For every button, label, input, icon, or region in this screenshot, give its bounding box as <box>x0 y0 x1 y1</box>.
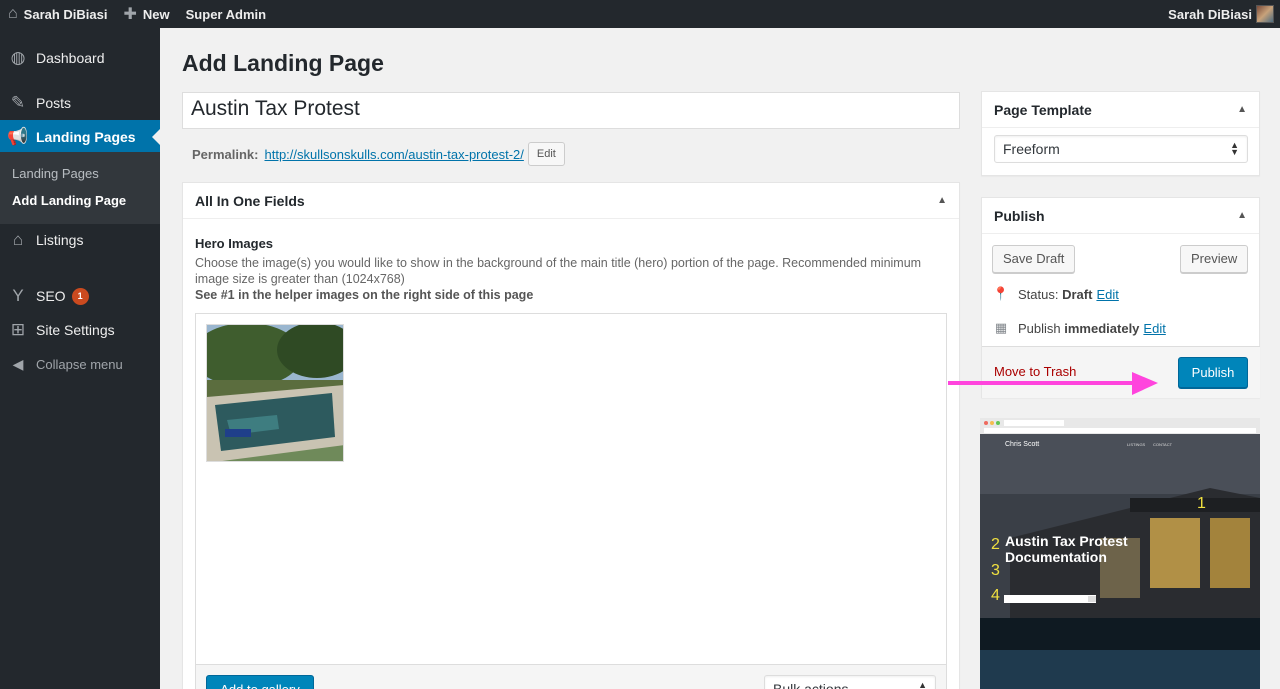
new-label: New <box>142 6 170 22</box>
new-content-link[interactable]: ✚ New <box>116 0 178 28</box>
select-arrows-icon: ▲▼ <box>1230 140 1239 157</box>
submenu-add-landing-page[interactable]: Add Landing Page <box>12 193 126 208</box>
sidebar-item-label: Landing Pages <box>36 129 136 145</box>
bulk-actions-value: Bulk actions <box>773 681 849 689</box>
page-template-select[interactable]: Freeform ▲ ▼ <box>994 135 1248 163</box>
collapse-toggle-icon[interactable]: ▲ <box>1237 210 1247 221</box>
status-row: 📍 Status: Draft Edit <box>992 286 1119 302</box>
publish-label: Publish <box>1018 320 1061 336</box>
permalink-url-link[interactable]: http://skullsonskulls.com/austin-tax-pro… <box>264 147 523 162</box>
sidebar-item-posts[interactable]: ✎ Posts <box>0 86 160 120</box>
site-name: Sarah DiBiasi <box>23 6 108 22</box>
preview-button[interactable]: Preview <box>1180 245 1249 273</box>
site-name-link[interactable]: ⌂ Sarah DiBiasi <box>0 0 116 28</box>
helper-marker-4: 4 <box>991 587 1000 604</box>
page-template-title: Page Template <box>994 101 1092 118</box>
yoast-icon: Y <box>12 286 24 305</box>
map-pin-icon: 📍 <box>992 286 1010 301</box>
status-label: Status: <box>1018 286 1059 302</box>
bulk-actions-select[interactable]: Bulk actions ▲▼ <box>764 675 936 689</box>
sidebar-item-label: SEO <box>36 288 66 304</box>
sidebar-item-label: Site Settings <box>36 322 115 338</box>
helper-image: Chris Scott LISTINGS CONTACT Austin Tax … <box>980 418 1260 689</box>
permalink-row: Permalink: http://skullsonskulls.com/aus… <box>192 142 565 166</box>
helper-heading-2: Documentation <box>1005 549 1107 565</box>
permalink-label: Permalink: <box>192 146 259 162</box>
megaphone-icon: 📢 <box>7 127 29 146</box>
seo-count-badge: 1 <box>71 287 89 305</box>
annotation-arrow-icon <box>948 372 1158 395</box>
helper-nav-listings: LISTINGS <box>1127 442 1146 447</box>
all-in-one-fields-header[interactable]: All In One Fields ▲ <box>183 183 959 219</box>
plus-icon: ✚ <box>123 6 137 23</box>
all-in-one-fields-box: All In One Fields ▲ Hero Images Choose t… <box>182 182 960 689</box>
save-draft-button[interactable]: Save Draft <box>992 245 1076 273</box>
page-template-header[interactable]: Page Template ▲ <box>982 92 1259 128</box>
page-template-box: Page Template ▲ Freeform ▲ ▼ <box>981 91 1260 176</box>
home-icon: ⌂ <box>8 5 18 22</box>
publish-title: Publish <box>994 207 1045 224</box>
helper-marker-2: 2 <box>991 536 1000 553</box>
hero-images-description: Choose the image(s) you would like to sh… <box>195 255 945 303</box>
add-to-gallery-button[interactable]: Add to gallery <box>206 675 314 689</box>
sidebar-item-label: Dashboard <box>36 50 105 66</box>
super-admin-link[interactable]: Super Admin <box>178 0 274 28</box>
sidebar-item-seo[interactable]: Y SEO 1 <box>0 279 160 313</box>
hero-desc-text: Choose the image(s) you would like to sh… <box>195 256 922 286</box>
status-edit-link[interactable]: Edit <box>1096 287 1118 302</box>
admin-sidebar: ◍ Dashboard ✎ Posts 📢 Landing Pages Land… <box>0 28 160 689</box>
permalink-edit-button[interactable]: Edit <box>527 142 565 166</box>
sidebar-item-landing-pages[interactable]: 📢 Landing Pages <box>0 120 160 154</box>
select-arrows-icon: ▲▼ <box>918 680 927 689</box>
publish-when: immediately <box>1064 320 1140 336</box>
publish-header[interactable]: Publish ▲ <box>982 198 1259 234</box>
account-menu[interactable]: Sarah DiBiasi <box>1160 0 1280 28</box>
calendar-icon: ▦ <box>994 320 1008 335</box>
sidebar-item-dashboard[interactable]: ◍ Dashboard <box>0 41 160 75</box>
helper-nav-contact: CONTACT <box>1153 442 1173 447</box>
admin-bar: ⌂ Sarah DiBiasi ✚ New Super Admin Sarah … <box>0 0 1280 28</box>
collapse-label: Collapse menu <box>36 356 123 372</box>
post-title-input[interactable]: Austin Tax Protest <box>182 92 960 129</box>
page-title: Add Landing Page <box>182 50 384 76</box>
helper-marker-1: 1 <box>1197 495 1206 512</box>
status-value: Draft <box>1062 286 1093 302</box>
collapse-icon: ◀ <box>12 355 24 372</box>
sidebar-item-site-settings[interactable]: ⊞ Site Settings <box>0 313 160 347</box>
gallery-thumbnail-pool[interactable] <box>206 324 344 462</box>
collapse-toggle-icon[interactable]: ▲ <box>937 195 947 206</box>
publish-button[interactable]: Publish <box>1178 357 1248 388</box>
box-title: All In One Fields <box>195 192 305 209</box>
helper-marker-3: 3 <box>991 562 1000 579</box>
hero-images-label: Hero Images <box>195 236 274 251</box>
publish-edit-link[interactable]: Edit <box>1143 321 1165 336</box>
helper-heading-1: Austin Tax Protest <box>1005 533 1128 549</box>
helper-brand: Chris Scott <box>1005 441 1040 448</box>
sidebar-item-label: Posts <box>36 95 72 111</box>
gallery-area <box>195 313 947 665</box>
sidebar-item-listings[interactable]: ⌂ Listings <box>0 223 160 257</box>
settings-grid-icon: ⊞ <box>10 320 26 339</box>
submenu-landing-pages[interactable]: Landing Pages <box>12 166 99 181</box>
gallery-footer: Add to gallery Bulk actions ▲▼ <box>195 665 947 689</box>
dashboard-icon: ◍ <box>10 48 26 67</box>
home-icon: ⌂ <box>12 230 24 249</box>
super-admin-label: Super Admin <box>185 6 267 22</box>
hero-note: See #1 in the helper images on the right… <box>195 288 534 302</box>
collapse-toggle-icon[interactable]: ▲ <box>1237 104 1247 115</box>
landing-pages-submenu: Landing Pages Add Landing Page <box>0 152 160 224</box>
pushpin-icon: ✎ <box>10 93 26 112</box>
user-name: Sarah DiBiasi <box>1168 6 1252 22</box>
pool-image <box>207 325 343 461</box>
avatar <box>1256 5 1274 23</box>
page-template-value: Freeform <box>1003 141 1060 157</box>
schedule-row: ▦ Publish immediately Edit <box>992 320 1166 336</box>
collapse-menu-button[interactable]: ◀ Collapse menu <box>0 347 160 381</box>
sidebar-item-label: Listings <box>36 232 84 248</box>
